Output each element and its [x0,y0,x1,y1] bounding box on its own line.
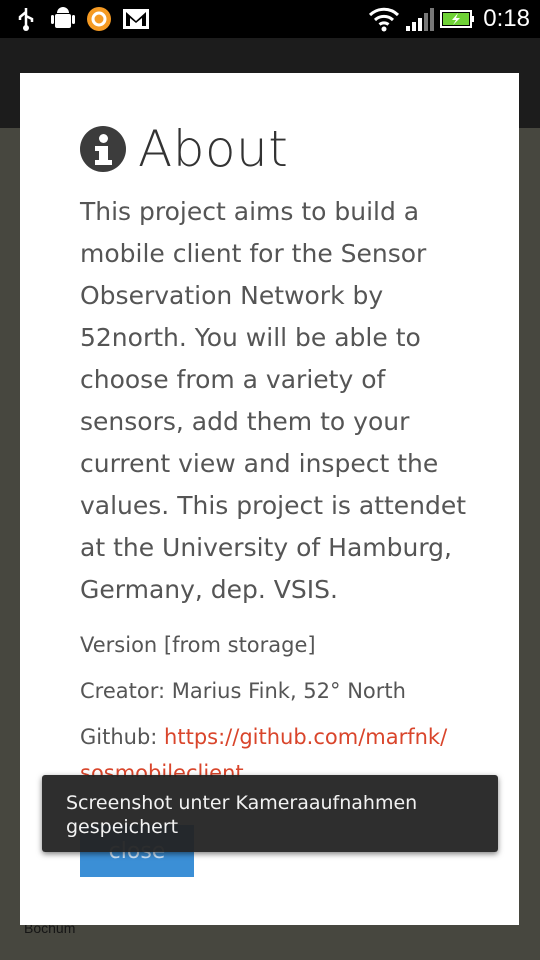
toast-notification: Screenshot unter Kameraaufnahmen gespeic… [42,775,498,852]
dialog-title: About [138,120,289,178]
dialog-description: This project aims to build a mobile clie… [80,197,467,604]
version-text: Version [from storage] [80,633,316,657]
github-row: Github: https://github.com/marfnk/ [80,725,447,749]
info-icon [80,126,126,172]
signal-icon [406,8,434,31]
status-time: 0:18 [483,5,530,32]
creator-text: Creator: Marius Fink, 52° North [80,679,406,703]
wifi-icon [368,7,400,32]
battery-charging-icon [440,10,474,28]
dialog-header: About [80,120,289,178]
orange-app-icon [87,7,111,31]
github-label: Github: [80,725,165,749]
usb-icon [18,8,34,31]
status-bar: 0:18 [0,0,540,38]
android-debug-icon [51,7,75,28]
gmail-icon [123,9,149,29]
toast-message: Screenshot unter Kameraaufnahmen gespeic… [66,792,418,838]
github-link[interactable]: https://github.com/marfnk/ [164,725,447,749]
